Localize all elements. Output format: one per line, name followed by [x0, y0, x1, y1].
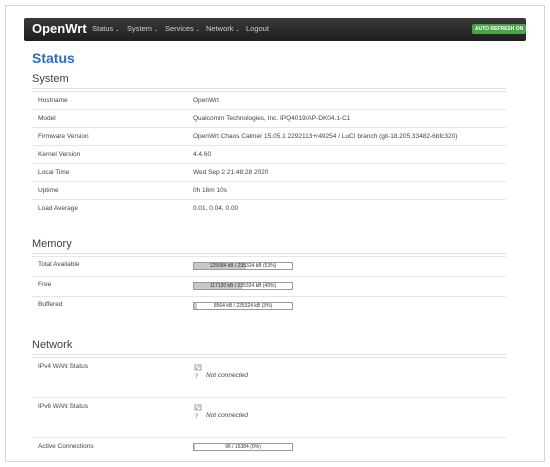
section-divider — [32, 88, 506, 89]
row-label: Active Connections — [38, 443, 94, 450]
nav-item-network[interactable]: Network ⌄ — [206, 24, 240, 33]
active-connections-progress-bar: 96 / 16384 (0%) — [193, 443, 293, 451]
section-divider — [32, 354, 506, 355]
nav-item-services[interactable]: Services ⌄ — [165, 24, 200, 33]
memory-total-progress-bar: 125684 kB / 235324 kB (53%) — [193, 262, 293, 270]
page-title: Status — [32, 50, 75, 66]
nav-item-logout-label: Logout — [246, 24, 269, 33]
row-label: Uptime — [38, 187, 59, 194]
ipv6-status-text: Not connected — [206, 412, 248, 419]
table-row-memory-free: Free 117120 kB / 235324 kB (49%) — [32, 276, 506, 296]
table-row-local-time: Local Time Wed Sep 2 21:48:28 2020 — [32, 163, 506, 181]
section-divider — [32, 253, 506, 254]
nav-item-network-label: Network — [206, 24, 234, 33]
memory-free-progress-bar: 117120 kB / 235324 kB (49%) — [193, 282, 293, 290]
chevron-down-icon: ⌄ — [195, 27, 200, 33]
section-title-system: System — [32, 73, 69, 85]
row-value: Qualcomm Technologies, Inc. IPQ4019/AP-D… — [193, 115, 351, 122]
table-row-hostname: Hostname OpenWrt — [32, 91, 506, 109]
brand-logo[interactable]: OpenWrt — [32, 21, 87, 36]
row-label: Hostname — [38, 97, 68, 104]
row-label: IPv6 WAN Status — [38, 403, 88, 410]
nav-item-status-label: Status — [92, 24, 114, 33]
top-navbar: OpenWrt Status ⌄ System ⌄ Services ⌄ Networ… — [24, 18, 527, 41]
nav-item-services-label: Services — [165, 24, 194, 33]
chevron-down-icon: ⌄ — [235, 27, 240, 33]
row-label: Kernel Version — [38, 151, 81, 158]
row-label: Firmware Version — [38, 133, 89, 140]
row-value: 4.4.60 — [193, 151, 212, 158]
network-disconnected-icon: ? — [194, 364, 202, 380]
row-value: OpenWrt Chaos Calmer 15.05.1 2292113+r49… — [193, 133, 458, 140]
row-value: 0h 16m 10s — [193, 187, 227, 194]
progress-text: 8564 kB / 235324 kB (3%) — [213, 303, 273, 309]
ipv4-status-text: Not connected — [206, 372, 248, 379]
section-title-network: Network — [32, 339, 73, 351]
row-label: IPv4 WAN Status — [38, 363, 88, 370]
table-row-active-connections: Active Connections 96 / 16384 (0%) — [32, 437, 506, 457]
nav-item-status[interactable]: Status ⌄ — [92, 24, 119, 33]
auto-refresh-toggle[interactable]: AUTO REFRESH ON — [472, 24, 527, 34]
memory-buffered-progress-bar: 8564 kB / 235324 kB (3%) — [193, 302, 293, 310]
progress-text: 125684 kB / 235324 kB (53%) — [209, 263, 277, 269]
svg-text:?: ? — [195, 373, 198, 380]
table-row-ipv4-wan: IPv4 WAN Status ? Not connected — [32, 357, 506, 397]
row-value: 0.01, 0.04, 0.00 — [193, 205, 239, 212]
table-row-firmware-version: Firmware Version OpenWrt Chaos Calmer 15… — [32, 127, 506, 145]
table-row-memory-total: Total Available 125684 kB / 235324 kB (5… — [32, 256, 506, 276]
table-row-kernel-version: Kernel Version 4.4.60 — [32, 145, 506, 163]
table-row-uptime: Uptime 0h 16m 10s — [32, 181, 506, 199]
nav-item-logout[interactable]: Logout — [246, 24, 269, 33]
row-value: OpenWrt — [193, 97, 219, 104]
row-value: Wed Sep 2 21:48:28 2020 — [193, 169, 269, 176]
chevron-down-icon: ⌄ — [154, 27, 159, 33]
row-label: Total Available — [38, 261, 80, 268]
row-label: Buffered — [38, 301, 63, 308]
svg-text:?: ? — [195, 413, 198, 420]
table-row-model: Model Qualcomm Technologies, Inc. IPQ401… — [32, 109, 506, 127]
row-label: Local Time — [38, 169, 70, 176]
section-title-memory: Memory — [32, 238, 72, 250]
progress-text: 96 / 16384 (0%) — [225, 444, 261, 450]
row-label: Load Average — [38, 205, 78, 212]
nav-item-system[interactable]: System ⌄ — [127, 24, 158, 33]
row-label: Free — [38, 281, 52, 288]
nav-item-system-label: System — [127, 24, 153, 33]
progress-text: 117120 kB / 235324 kB (49%) — [209, 283, 277, 289]
table-row-load-average: Load Average 0.01, 0.04, 0.00 — [32, 199, 506, 217]
browser-frame: OpenWrt Status ⌄ System ⌄ Services ⌄ Networ… — [5, 5, 545, 462]
chevron-down-icon: ⌄ — [115, 27, 120, 33]
table-row-ipv6-wan: IPv6 WAN Status ? Not connected — [32, 397, 506, 437]
row-label: Model — [38, 115, 56, 122]
table-row-memory-buffered: Buffered 8564 kB / 235324 kB (3%) — [32, 296, 506, 316]
network-disconnected-icon: ? — [194, 404, 202, 420]
